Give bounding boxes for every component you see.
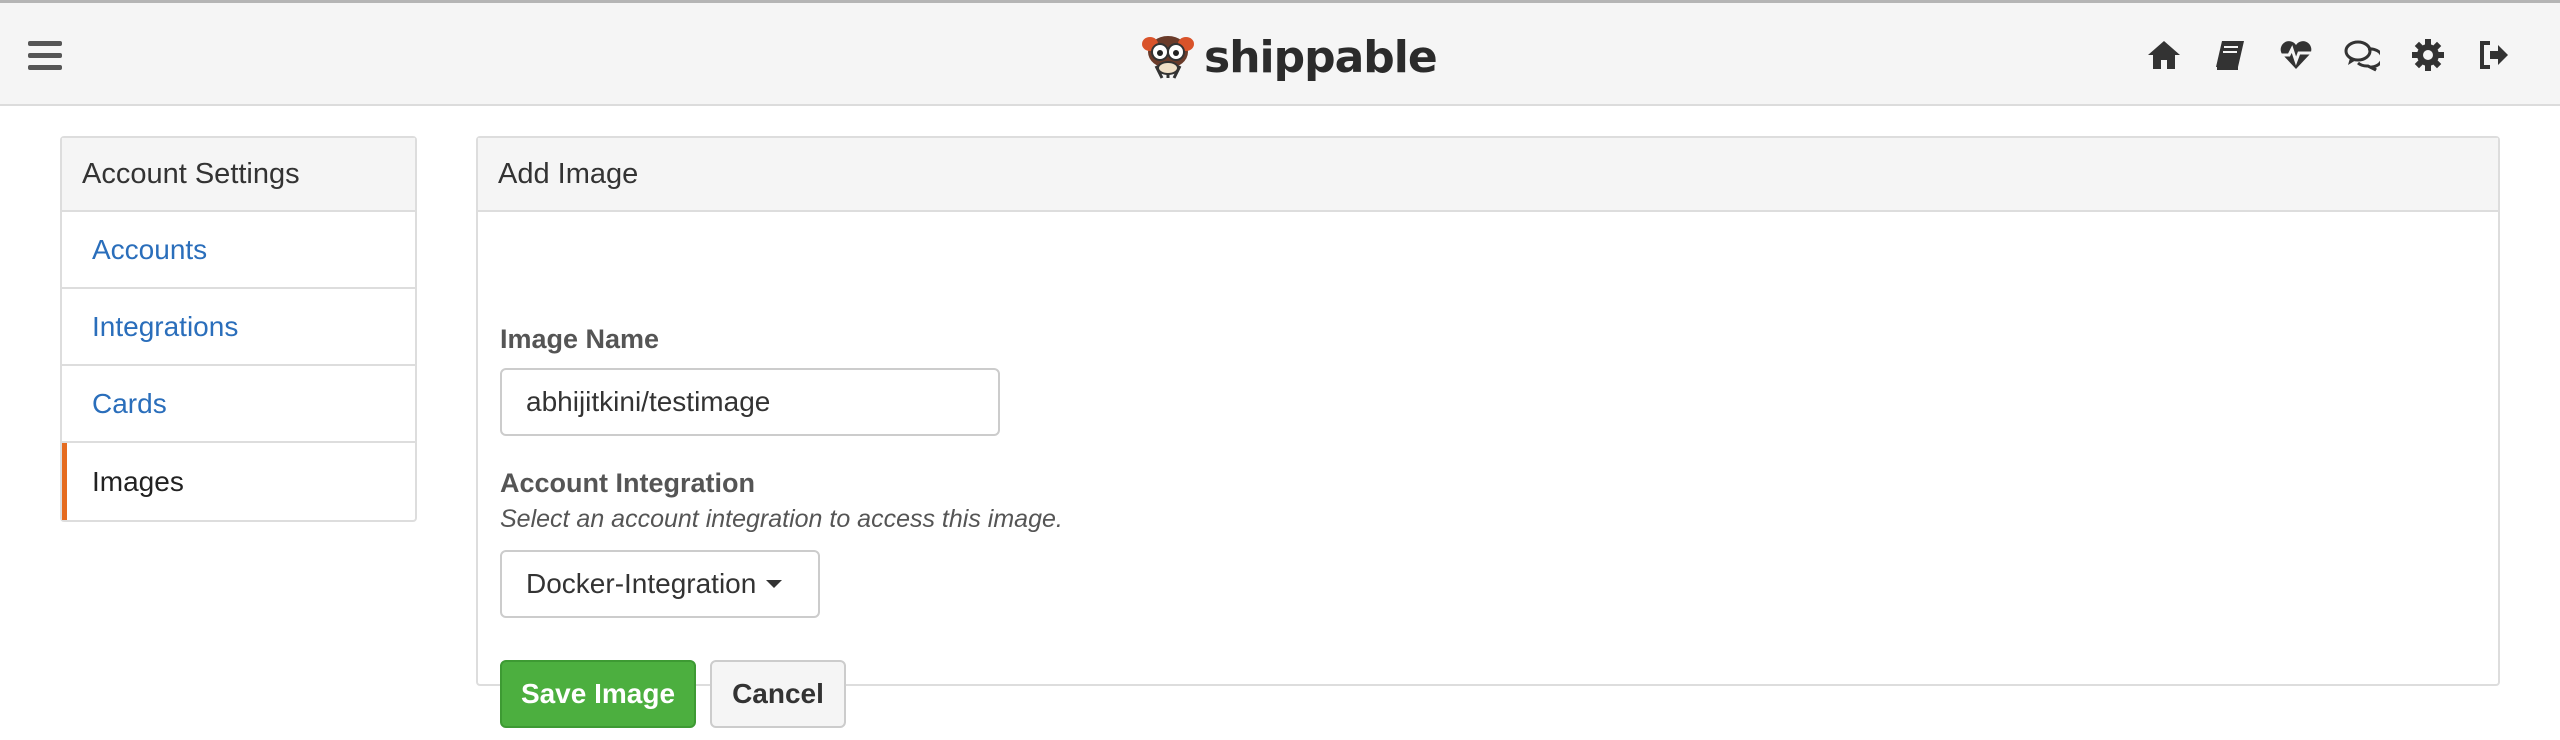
panel-title: Add Image (478, 138, 2498, 212)
top-navbar: shippable (0, 0, 2560, 106)
heartbeat-icon[interactable] (2278, 37, 2314, 73)
image-name-label: Image Name (500, 324, 660, 354)
sidebar-item-accounts[interactable]: Accounts (62, 212, 415, 289)
comments-icon[interactable] (2344, 37, 2380, 73)
home-icon[interactable] (2146, 37, 2182, 73)
account-integration-label: Account Integration (500, 468, 755, 498)
gear-icon[interactable] (2410, 37, 2446, 73)
account-settings-sidebar: Account Settings Accounts Integrations C… (60, 136, 417, 522)
sign-out-icon[interactable] (2476, 37, 2512, 73)
dropdown-selected-value: Docker-Integration (526, 568, 757, 599)
book-icon[interactable] (2212, 37, 2248, 73)
shippable-mascot-icon (1142, 36, 1194, 79)
save-image-button[interactable]: Save Image (500, 660, 696, 728)
image-name-input[interactable] (500, 368, 1000, 436)
account-integration-help: Select an account integration to access … (500, 505, 1063, 533)
brand-logo[interactable]: shippable (1140, 29, 1438, 85)
menu-icon[interactable] (28, 41, 62, 71)
account-integration-dropdown[interactable]: Docker-Integration (500, 550, 820, 618)
sidebar-item-cards[interactable]: Cards (62, 366, 415, 443)
sidebar-item-images[interactable]: Images (62, 443, 415, 520)
caret-down-icon (766, 580, 783, 588)
sidebar-item-integrations[interactable]: Integrations (62, 289, 415, 366)
add-image-panel: Add Image Image Name Account Integration… (476, 136, 2500, 728)
cancel-button[interactable]: Cancel (710, 660, 846, 728)
sidebar-title: Account Settings (62, 138, 415, 212)
brand-name: shippable (1204, 31, 1438, 83)
